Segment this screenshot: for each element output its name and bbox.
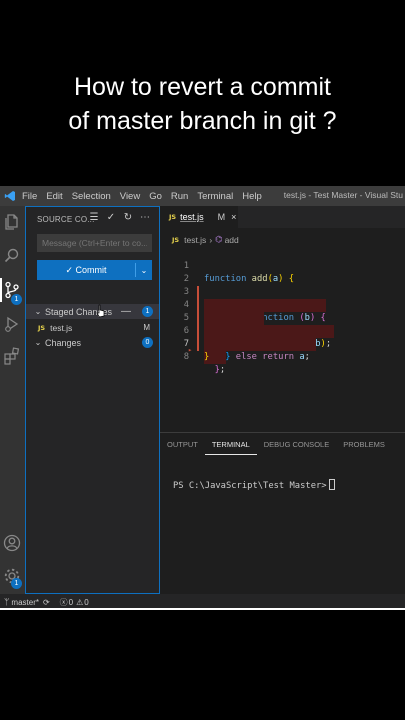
branch-icon: ᛘ (4, 597, 10, 607)
commit-message-input[interactable] (37, 234, 152, 252)
tab-file-name: test.js (180, 212, 204, 222)
menu-edit[interactable]: Edit (46, 191, 62, 202)
menu-selection[interactable]: Selection (72, 191, 111, 202)
branch-name[interactable]: master* (11, 598, 39, 607)
code-line: 5 } else return a; (160, 299, 405, 362)
commit-button-label[interactable]: ✓ Commit (37, 263, 136, 277)
code-line: 1 function add(a) { (160, 247, 405, 284)
staged-count-badge: 1 (142, 306, 153, 317)
staged-changes-section[interactable]: ⌄ Staged Changes — 1 (26, 304, 159, 319)
files-icon[interactable] (2, 212, 22, 232)
more-actions-icon[interactable]: ⋯ (139, 212, 151, 223)
staged-file-row[interactable]: JS test.js M (26, 320, 159, 335)
javascript-file-icon: JS (38, 323, 46, 332)
chevron-down-icon: ⌄ (34, 338, 42, 347)
menu-go[interactable]: Go (149, 191, 162, 202)
terminal-prompt: PS C:\JavaScript\Test Master> (173, 481, 327, 491)
code-line: 7 } (160, 325, 405, 362)
editor-tab-bar: JS test.js M × (160, 206, 405, 228)
tab-test-js[interactable]: JS test.js M × (160, 206, 238, 228)
javascript-file-icon: JS (172, 235, 180, 244)
terminal-cursor (328, 479, 335, 490)
changes-label: Changes (45, 337, 82, 348)
editor-area: JS test.js M × JS test.js › ⌬ add 1 func… (160, 206, 405, 432)
code-line: 4 return add(a + b); (160, 286, 405, 349)
chevron-down-icon[interactable]: ⌄ (136, 266, 152, 275)
function-symbol-icon: ⌬ (215, 234, 223, 244)
tab-problems[interactable]: PROBLEMS (336, 433, 392, 455)
staged-file-status: M (143, 323, 150, 332)
code-text: }; (214, 365, 226, 375)
errors-icon[interactable]: ⓧ (60, 597, 68, 608)
menu-terminal[interactable]: Terminal (197, 191, 233, 202)
mouse-cursor-icon (96, 304, 105, 318)
deleted-lines-arrow-icon: ▸ (188, 346, 193, 354)
code-text: } (204, 352, 210, 362)
extensions-icon[interactable] (2, 346, 22, 366)
terminal-prompt-line[interactable]: PS C:\JavaScript\Test Master> (173, 479, 335, 491)
vscode-window: File Edit Selection View Go Run Terminal… (0, 186, 405, 610)
bottom-panel: OUTPUT TERMINAL DEBUG CONSOLE PROBLEMS P… (160, 432, 405, 594)
vscode-logo-icon (4, 190, 16, 202)
line-number: 8 (183, 352, 189, 362)
sidebar-actions: ☰ ✓ ↻ ⋯ (88, 212, 151, 223)
refresh-icon[interactable]: ↻ (122, 212, 134, 223)
breadcrumb-file[interactable]: test.js (184, 235, 206, 245)
chevron-down-icon: ⌄ (34, 307, 42, 316)
activity-bar: 1 1 (0, 206, 25, 594)
changes-section[interactable]: ⌄ Changes 0 (26, 335, 159, 350)
unstage-all-icon[interactable]: — (121, 306, 131, 317)
tab-terminal[interactable]: TERMINAL (204, 433, 257, 455)
window-title: test.js - Test Master - Visual Stu (283, 190, 403, 200)
caption-line-2: of master branch in git ? (68, 107, 337, 135)
menu-help[interactable]: Help (242, 191, 262, 202)
caption-line-1: How to revert a commit (73, 73, 331, 101)
account-icon[interactable] (2, 533, 22, 553)
close-icon[interactable]: × (231, 212, 236, 222)
menu-run[interactable]: Run (171, 191, 188, 202)
code-line: 6 }; (160, 312, 405, 375)
code-line: 3 if (b) { (160, 273, 405, 336)
staged-changes-label: Staged Changes (45, 306, 113, 317)
changes-count-badge: 0 (142, 337, 153, 348)
divider (0, 608, 405, 610)
staged-file-name: test.js (50, 322, 73, 333)
commit-button[interactable]: ✓ Commit ⌄ (37, 260, 152, 280)
sidebar-header: SOURCE CO... (37, 215, 95, 224)
view-as-tree-icon[interactable]: ☰ (88, 212, 100, 223)
breadcrumb: JS test.js › ⌬ add (172, 234, 239, 245)
sync-icon[interactable]: ⟳ (43, 598, 50, 607)
run-debug-icon[interactable] (2, 314, 22, 334)
title-bar: File Edit Selection View Go Run Terminal… (0, 186, 405, 206)
settings-badge: 1 (11, 578, 22, 589)
tab-output[interactable]: OUTPUT (160, 433, 205, 455)
panel-tab-bar: OUTPUT TERMINAL DEBUG CONSOLE PROBLEMS (160, 433, 405, 455)
errors-count: 0 (68, 597, 74, 607)
source-control-sidebar: SOURCE CO... ☰ ✓ ↻ ⋯ ✓ Commit ⌄ ⌄ Staged… (25, 206, 160, 594)
code-line: 8 ▸ (160, 338, 405, 362)
warnings-count: 0 (84, 597, 89, 607)
tab-debug-console[interactable]: DEBUG CONSOLE (257, 433, 336, 455)
commit-check-icon[interactable]: ✓ (105, 212, 117, 223)
code-line: 2 return function (b) { (160, 260, 405, 323)
breadcrumb-separator-icon: › (209, 234, 213, 245)
tab-modified-status: M (217, 212, 226, 222)
warnings-icon[interactable]: ⚠ (76, 598, 83, 607)
search-icon[interactable] (2, 246, 22, 266)
breadcrumb-symbol[interactable]: add (225, 235, 239, 245)
menu-file[interactable]: File (22, 191, 37, 202)
javascript-file-icon: JS (169, 213, 177, 221)
video-caption: How to revert a commit of master branch … (0, 70, 405, 138)
source-control-badge: 1 (11, 294, 22, 305)
menu-view[interactable]: View (120, 191, 140, 202)
